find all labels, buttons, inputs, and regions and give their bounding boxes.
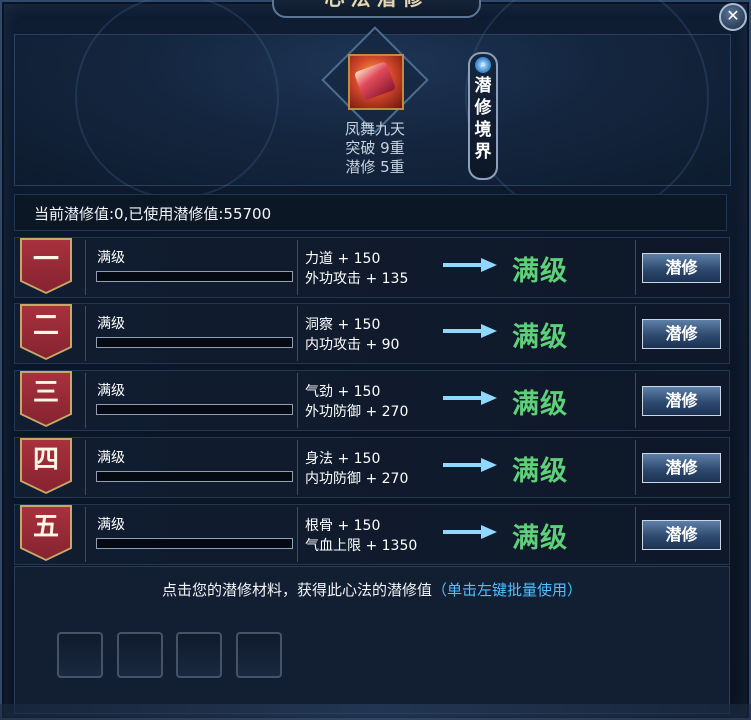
stat-primary: 根骨 + 150	[305, 518, 381, 534]
result-max-label: 满级	[512, 322, 568, 353]
realm-button-char: 潜	[474, 76, 492, 96]
arrow-right-icon	[443, 458, 497, 472]
cultivate-button[interactable]: 潜修	[642, 386, 721, 416]
result-max-label: 满级	[512, 256, 568, 287]
decor-ring	[465, 0, 709, 219]
material-slot[interactable]	[57, 632, 103, 678]
window-title: 心法潜修	[274, 0, 479, 10]
cultivate-button[interactable]: 潜修	[642, 453, 721, 483]
cultivate-button[interactable]: 潜修	[642, 253, 721, 283]
skill-breakthrough: 突破 9重	[345, 139, 405, 157]
skill-icon[interactable]	[348, 54, 404, 110]
result-max-label: 满级	[512, 523, 568, 554]
stat-primary: 气劲 + 150	[305, 384, 381, 400]
divider	[297, 440, 298, 495]
cultivate-button[interactable]: 潜修	[642, 319, 721, 349]
result-max-label: 满级	[512, 389, 568, 420]
material-slot[interactable]	[236, 632, 282, 678]
tier-numeral: 三	[32, 378, 59, 408]
cultivation-window: 心法潜修 ✕ 凤舞九天 突破 9重 潜修 5重 ⌕ 潜 修 境 界 当前潜修值:…	[0, 0, 751, 720]
tier-numeral: 五	[32, 512, 59, 542]
divider	[85, 240, 86, 295]
stat-secondary: 内功防御 + 270	[305, 471, 409, 487]
level-label: 满级	[97, 250, 125, 266]
tier-numeral: 四	[32, 445, 59, 475]
cultivation-status-bar: 当前潜修值:0,已使用潜修值:55700	[14, 194, 727, 231]
stat-secondary: 内功攻击 + 90	[305, 337, 400, 353]
tier-numeral: 二	[32, 311, 59, 341]
arrow-right-icon	[443, 391, 497, 405]
result-max-label: 满级	[512, 456, 568, 487]
arrow-right-icon	[443, 324, 497, 338]
cultivation-row: 三 满级 气劲 + 150 外功防御 + 270 满级 潜修	[14, 370, 730, 431]
divider	[635, 240, 636, 295]
materials-hint: 点击您的潜修材料，获得此心法的潜修值（单击左键批量使用）	[15, 579, 729, 600]
stat-secondary: 外功攻击 + 135	[305, 271, 409, 287]
search-icon: ⌕	[475, 57, 491, 73]
divider	[85, 507, 86, 562]
materials-hint-text: 点击您的潜修材料，获得此心法的潜修值	[161, 581, 432, 599]
realm-button-char: 修	[474, 98, 492, 118]
stat-primary: 力道 + 150	[305, 251, 381, 267]
stat-secondary: 气血上限 + 1350	[305, 538, 418, 554]
cultivate-button[interactable]: 潜修	[642, 520, 721, 550]
progress-bar	[96, 271, 293, 282]
divider	[635, 306, 636, 361]
level-label: 满级	[97, 450, 125, 466]
materials-hint-tip: （单击左键批量使用）	[432, 581, 583, 599]
level-label: 满级	[97, 517, 125, 533]
progress-bar	[96, 404, 293, 415]
skill-name: 凤舞九天	[344, 120, 405, 138]
stat-secondary: 外功防御 + 270	[305, 404, 409, 420]
decor-ring	[75, 0, 279, 199]
realm-button-char: 境	[474, 120, 492, 140]
divider	[297, 306, 298, 361]
divider	[297, 240, 298, 295]
material-slot[interactable]	[176, 632, 222, 678]
divider	[297, 507, 298, 562]
progress-bar	[96, 471, 293, 482]
level-label: 满级	[97, 383, 125, 399]
phoenix-icon	[353, 61, 397, 101]
cultivation-status-text: 当前潜修值:0,已使用潜修值:55700	[34, 205, 272, 223]
skill-cultivation-level: 潜修 5重	[345, 158, 405, 176]
close-icon[interactable]: ✕	[726, 6, 739, 25]
divider	[635, 373, 636, 428]
stat-primary: 洞察 + 150	[305, 317, 381, 333]
divider	[85, 440, 86, 495]
divider	[85, 373, 86, 428]
close-button[interactable]: ✕	[719, 3, 747, 31]
cultivation-row: 五 满级 根骨 + 150 气血上限 + 1350 满级 潜修	[14, 504, 730, 565]
progress-bar	[96, 337, 293, 348]
cultivation-row: 二 满级 洞察 + 150 内功攻击 + 90 满级 潜修	[14, 303, 730, 364]
cultivation-row: 四 满级 身法 + 150 内功防御 + 270 满级 潜修	[14, 437, 730, 498]
title-tab: 心法潜修	[272, 0, 481, 18]
cultivation-row: 一 满级 力道 + 150 外功攻击 + 135 满级 潜修	[14, 237, 730, 298]
divider	[297, 373, 298, 428]
realm-button-char: 界	[474, 142, 492, 162]
divider	[85, 306, 86, 361]
bottom-ornament	[0, 704, 751, 720]
stat-primary: 身法 + 150	[305, 451, 381, 467]
tier-numeral: 一	[32, 245, 59, 275]
material-slot[interactable]	[117, 632, 163, 678]
realm-button[interactable]: ⌕ 潜 修 境 界	[468, 52, 498, 180]
arrow-right-icon	[443, 258, 497, 272]
divider	[635, 440, 636, 495]
progress-bar	[96, 538, 293, 549]
divider	[635, 507, 636, 562]
level-label: 满级	[97, 316, 125, 332]
skill-info: 凤舞九天 突破 9重 潜修 5重	[330, 120, 420, 177]
arrow-right-icon	[443, 525, 497, 539]
